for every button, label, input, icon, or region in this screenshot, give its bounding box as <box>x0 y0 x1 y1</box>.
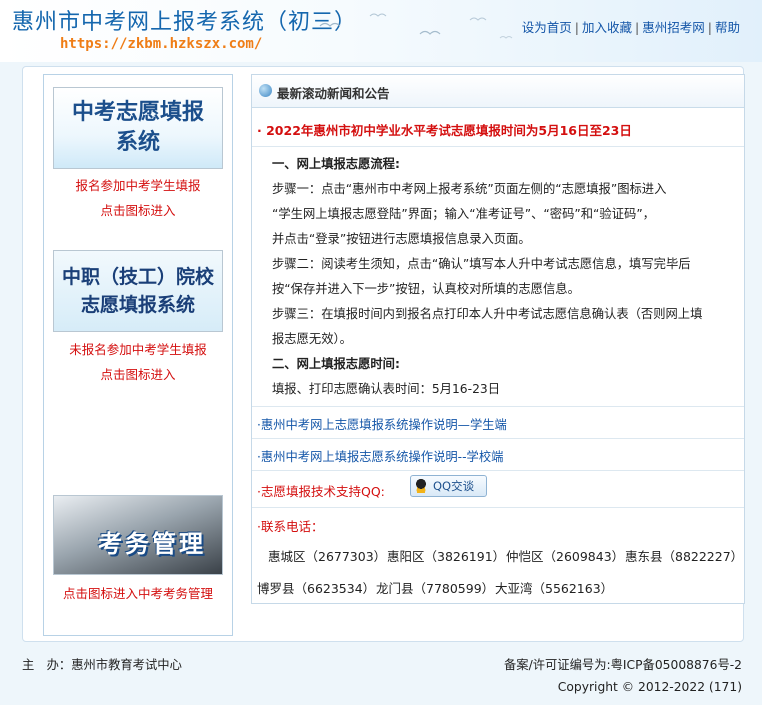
panel-header: 最新滚动新闻和公告 <box>252 75 744 108</box>
phone-huicheng: 惠城区（2677303） <box>268 549 387 564</box>
left-sidebar: 中考志愿填报 系统 报名参加中考学生填报 点击图标进入 中职（技工）院校 志愿填… <box>43 74 233 636</box>
separator: | <box>707 20 712 35</box>
help-link[interactable]: 帮助 <box>715 20 740 35</box>
top-links: 设为首页 | 加入收藏 | 惠州招考网 | 帮助 <box>522 17 740 36</box>
process-line: 步骤一：点击“惠州市中考网上报考系统”页面左侧的“志愿填报”图标进入 <box>272 182 667 196</box>
phone-longmen: 龙门县（7780599） <box>376 581 495 596</box>
headline-row: · 2022年惠州市初中学业水平考试志愿填报时间为5月16日至23日 <box>252 108 744 147</box>
add-favorite-link[interactable]: 加入收藏 <box>582 20 632 35</box>
phone-huidong: 惠东县（8822227） <box>625 549 744 564</box>
main-frame: 中考志愿填报 系统 报名参加中考学生填报 点击图标进入 中职（技工）院校 志愿填… <box>22 66 745 642</box>
headline-notice[interactable]: · 2022年惠州市初中学业水平考试志愿填报时间为5月16日至23日 <box>257 120 632 139</box>
set-homepage-link[interactable]: 设为首页 <box>522 20 572 35</box>
process-line: 步骤二：阅读考生须知，点击“确认”填写本人升中考试志愿信息，填写完毕后 <box>272 257 691 271</box>
phone-zhongkai: 仲恺区（2609843） <box>506 549 625 564</box>
qq-support-label: ·志愿填报技术支持QQ: <box>257 484 385 499</box>
contact-label: ·联系电话： <box>257 519 324 534</box>
birds-decoration <box>319 13 513 39</box>
process-line: 按“保存并进入下一步”按钮，认真校对所填的志愿信息。 <box>272 282 580 296</box>
phone-dayawan: 大亚湾（5562163） <box>495 581 614 596</box>
footer-sponsor: 主 办：惠州市教育考试中心 <box>22 658 182 672</box>
process-line: 并点击“登录”按钮进行志愿填报信息录入页面。 <box>272 232 531 246</box>
contact-block: ·联系电话： 惠城区（2677303） 惠阳区（3826191） 仲恺区（260… <box>252 508 744 603</box>
exam-affairs-banner[interactable]: 考务管理 <box>53 495 223 575</box>
banner-text: 中职（技工）院校 志愿填报系统 <box>61 266 214 316</box>
footer-copyright: Copyright © 2012-2022 (171) <box>557 680 742 694</box>
qq-penguin-icon <box>415 479 427 493</box>
student-guide-link[interactable]: ·惠州中考网上志愿填报系统操作说明—学生端 <box>257 415 507 433</box>
separator: | <box>635 20 640 35</box>
huizhou-exam-link[interactable]: 惠州招考网 <box>642 20 705 35</box>
banner-text: 考务管理 <box>98 530 206 558</box>
news-panel: 最新滚动新闻和公告 · 2022年惠州市初中学业水平考试志愿填报时间为5月16日… <box>251 74 745 604</box>
banner-caption: 报名参加中考学生填报 <box>75 178 201 193</box>
banner-text: 中考志愿填报 系统 <box>71 100 204 155</box>
phone-huiyang: 惠阳区（3826191） <box>387 549 506 564</box>
time-line: 填报、打印志愿确认表时间：5月16-23日 <box>272 382 501 396</box>
student-guide-row: ·惠州中考网上志愿填报系统操作说明—学生端 <box>252 407 744 439</box>
process-line: “学生网上填报志愿登陆”界面；输入“准考证号”、“密码”和“验证码”， <box>272 207 655 221</box>
news-icon <box>259 84 272 97</box>
qq-support-row: ·志愿填报技术支持QQ: QQ交谈 <box>252 471 744 508</box>
phone-boluo: 博罗县（6623534） <box>257 581 376 596</box>
process-line: 步骤三：在填报时间内到报名点打印本人升中考试志愿信息确认表（否则网上填 <box>272 307 703 321</box>
site-header: 惠州市中考网上报考系统（初三） https://zkbm.hzkszx.com/… <box>0 0 762 62</box>
banner-caption: 点击图标进入 <box>100 367 176 382</box>
process-heading: 一、网上填报志愿流程: <box>272 157 400 171</box>
footer-icp: 备案/许可证编号为:粤ICP备05008876号-2 <box>503 658 742 672</box>
banner-caption: 点击图标进入 <box>100 203 176 218</box>
qq-chat-button[interactable]: QQ交谈 <box>410 475 487 497</box>
banner-caption: 点击图标进入中考考务管理 <box>62 586 213 601</box>
qq-chat-label: QQ交谈 <box>433 479 475 493</box>
panel-title: 最新滚动新闻和公告 <box>277 86 390 101</box>
school-guide-row: ·惠州中考网上填报志愿系统操作说明--学校端 <box>252 439 744 471</box>
process-block: 一、网上填报志愿流程: 步骤一：点击“惠州市中考网上报考系统”页面左侧的“志愿填… <box>252 147 744 407</box>
volunteer-filing-banner[interactable]: 中考志愿填报 系统 <box>53 87 223 169</box>
process-line: 报志愿无效）。 <box>272 332 352 346</box>
school-guide-link[interactable]: ·惠州中考网上填报志愿系统操作说明--学校端 <box>257 447 503 465</box>
separator: | <box>574 20 580 35</box>
vocational-filing-banner[interactable]: 中职（技工）院校 志愿填报系统 <box>53 250 223 332</box>
time-heading: 二、网上填报志愿时间: <box>272 357 400 371</box>
site-url[interactable]: https://zkbm.hzkszx.com/ <box>60 36 262 52</box>
banner-caption: 未报名参加中考学生填报 <box>69 342 207 357</box>
